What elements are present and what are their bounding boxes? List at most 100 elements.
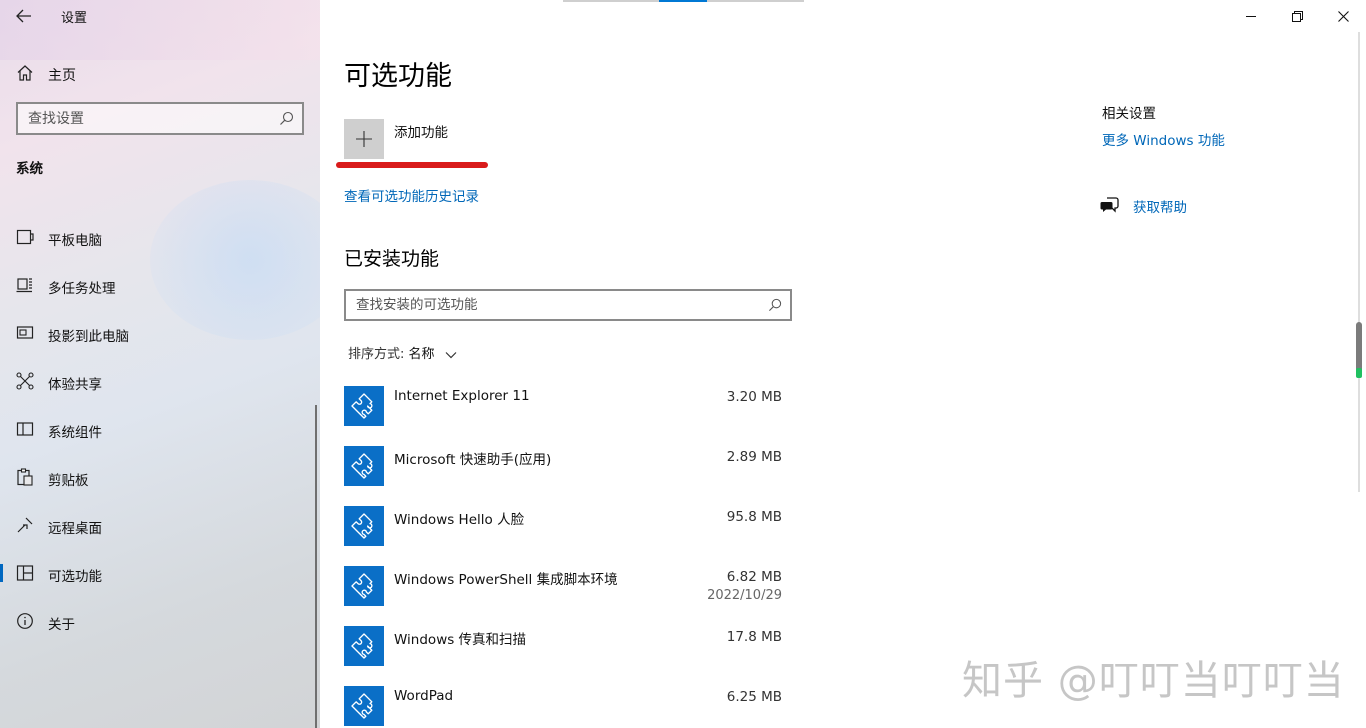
nav-home-label: 主页 bbox=[48, 68, 76, 84]
tablet-icon bbox=[16, 229, 34, 245]
sidebar-item-label: 剪贴板 bbox=[48, 473, 89, 489]
list-item[interactable]: WordPad 6.25 MB bbox=[344, 686, 784, 728]
sidebar-item-multitasking[interactable]: 多任务处理 bbox=[0, 265, 316, 305]
shared-experiences-icon bbox=[16, 372, 34, 390]
app-title: 设置 bbox=[61, 11, 88, 26]
back-button[interactable] bbox=[8, 2, 40, 30]
feature-size: 2.89 MB bbox=[726, 449, 782, 465]
sidebar-item-label: 关于 bbox=[48, 617, 75, 633]
sidebar-item-optional-features[interactable]: 可选功能 bbox=[0, 553, 316, 593]
feature-size: 6.25 MB bbox=[726, 689, 782, 705]
puzzle-piece-icon bbox=[344, 566, 384, 606]
red-annotation-underline bbox=[336, 162, 488, 168]
search-icon bbox=[769, 298, 782, 311]
installed-features-search-input[interactable] bbox=[346, 291, 746, 319]
watermark: 知乎 @叮叮当叮叮当 bbox=[962, 658, 1345, 704]
top-strip-accent bbox=[659, 0, 707, 2]
sidebar: 设置 主页 系统 平板电脑 多任务处理 投影到此电 bbox=[0, 0, 320, 728]
sort-value: 名称 bbox=[408, 347, 435, 362]
add-feature-label: 添加功能 bbox=[394, 125, 448, 141]
installed-features-heading: 已安装功能 bbox=[344, 248, 440, 270]
puzzle-piece-icon bbox=[344, 626, 384, 666]
feature-name: WordPad bbox=[394, 688, 454, 704]
minimize-button[interactable] bbox=[1228, 0, 1274, 32]
feature-name: Windows 传真和扫描 bbox=[394, 632, 527, 648]
sidebar-item-project[interactable]: 投影到此电脑 bbox=[0, 313, 316, 353]
puzzle-piece-icon bbox=[344, 506, 384, 546]
sidebar-item-about[interactable]: 关于 bbox=[0, 601, 316, 641]
sidebar-item-label: 系统组件 bbox=[48, 425, 102, 441]
sidebar-item-remote-desktop[interactable]: 远程桌面 bbox=[0, 505, 316, 545]
project-icon bbox=[16, 326, 34, 339]
list-item[interactable]: Windows Hello 人脸 95.8 MB bbox=[344, 506, 784, 548]
sidebar-item-label: 远程桌面 bbox=[48, 521, 102, 537]
scrollbar-track bbox=[1358, 32, 1360, 492]
sidebar-item-label: 多任务处理 bbox=[48, 281, 116, 297]
list-item[interactable]: Microsoft 快速助手(应用) 2.89 MB bbox=[344, 446, 784, 488]
chevron-down-icon bbox=[445, 351, 457, 358]
sidebar-item-label: 可选功能 bbox=[48, 569, 102, 585]
feature-name: Microsoft 快速助手(应用) bbox=[394, 452, 552, 468]
list-item[interactable]: Windows 传真和扫描 17.8 MB bbox=[344, 626, 784, 668]
feature-history-link[interactable]: 查看可选功能历史记录 bbox=[344, 185, 479, 205]
plus-icon bbox=[356, 131, 372, 147]
sidebar-item-shared-experiences[interactable]: 体验共享 bbox=[0, 361, 316, 401]
puzzle-piece-icon bbox=[344, 686, 384, 726]
more-windows-features-link[interactable]: 更多 Windows 功能 bbox=[1102, 129, 1225, 149]
settings-search-input[interactable] bbox=[18, 104, 268, 133]
scrollbar-thumb-marker bbox=[1356, 368, 1362, 378]
clipboard-icon bbox=[17, 468, 33, 486]
installed-features-search[interactable] bbox=[344, 289, 792, 321]
chat-help-icon bbox=[1100, 197, 1119, 213]
top-strip bbox=[707, 0, 804, 2]
search-icon bbox=[280, 111, 294, 125]
page-title: 可选功能 bbox=[344, 61, 452, 92]
nav-home[interactable]: 主页 bbox=[0, 56, 320, 90]
optional-features-icon bbox=[16, 565, 34, 581]
top-strip bbox=[563, 0, 659, 2]
sort-dropdown[interactable]: 排序方式: 名称 bbox=[348, 343, 457, 363]
feature-name: Internet Explorer 11 bbox=[394, 388, 530, 404]
sidebar-item-tablet[interactable]: 平板电脑 bbox=[0, 217, 316, 257]
home-icon bbox=[17, 65, 33, 81]
remote-desktop-icon bbox=[17, 517, 33, 533]
info-icon bbox=[17, 613, 33, 629]
minimize-icon bbox=[1246, 16, 1256, 17]
feature-size: 95.8 MB bbox=[726, 509, 782, 525]
sidebar-item-label: 平板电脑 bbox=[48, 233, 102, 249]
scrollbar-thumb[interactable] bbox=[1356, 322, 1362, 372]
sidebar-item-label: 投影到此电脑 bbox=[48, 329, 129, 345]
list-item[interactable]: Internet Explorer 11 3.20 MB bbox=[344, 386, 784, 428]
add-feature-button[interactable]: 添加功能 bbox=[344, 119, 494, 159]
feature-size: 6.82 MB bbox=[726, 569, 782, 585]
multitasking-icon bbox=[16, 278, 32, 293]
title-bar: 设置 bbox=[0, 0, 320, 32]
feature-install-date: 2022/10/29 bbox=[707, 588, 782, 603]
close-icon bbox=[1337, 10, 1349, 22]
restore-icon bbox=[1291, 10, 1303, 22]
add-feature-tile bbox=[344, 119, 384, 159]
sidebar-item-system-components[interactable]: 系统组件 bbox=[0, 409, 316, 449]
puzzle-piece-icon bbox=[344, 386, 384, 426]
sort-label: 排序方式: bbox=[348, 347, 405, 362]
sidebar-scrollbar[interactable] bbox=[315, 405, 317, 728]
feature-name: Windows Hello 人脸 bbox=[394, 512, 525, 528]
back-arrow-icon bbox=[16, 9, 31, 23]
puzzle-piece-icon bbox=[344, 446, 384, 486]
feature-size: 17.8 MB bbox=[726, 629, 782, 645]
close-button[interactable] bbox=[1320, 0, 1366, 32]
sidebar-section-title: 系统 bbox=[16, 161, 43, 177]
feature-size: 3.20 MB bbox=[726, 389, 782, 405]
restore-button[interactable] bbox=[1274, 0, 1320, 32]
feature-name: Windows PowerShell 集成脚本环境 bbox=[394, 572, 618, 588]
list-item[interactable]: Windows PowerShell 集成脚本环境 6.82 MB 2022/1… bbox=[344, 566, 784, 608]
related-settings-heading: 相关设置 bbox=[1102, 106, 1156, 122]
system-components-icon bbox=[16, 422, 34, 436]
main-scrollbar[interactable] bbox=[1356, 32, 1362, 492]
selection-indicator bbox=[0, 564, 3, 582]
main-content: 可选功能 添加功能 查看可选功能历史记录 已安装功能 排序方式: 名称 Inte… bbox=[320, 0, 1366, 728]
get-help-label: 获取帮助 bbox=[1133, 200, 1187, 216]
sidebar-item-clipboard[interactable]: 剪贴板 bbox=[0, 457, 316, 497]
settings-search[interactable] bbox=[16, 102, 304, 135]
sidebar-item-label: 体验共享 bbox=[48, 377, 102, 393]
